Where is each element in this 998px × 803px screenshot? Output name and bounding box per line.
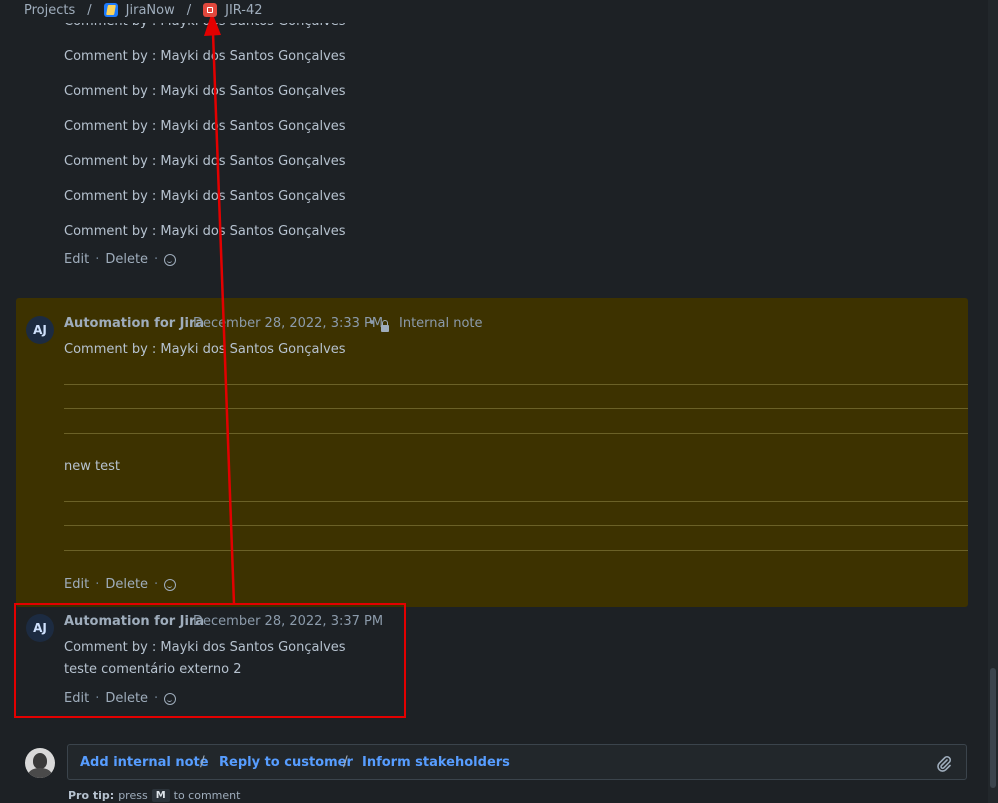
delete-link[interactable]: Delete [105,577,148,592]
separator-dot: · [154,577,159,592]
comment-text: Comment by : Mayki dos Santos Gonçalves [64,84,346,99]
separator-dot: · [95,577,100,592]
composer-separator: / [343,754,348,770]
meta-bullet: • [368,316,376,331]
divider [64,408,968,409]
delete-link[interactable]: Delete [105,252,148,267]
pro-tip: Pro tip: press M to comment [68,789,240,802]
divider [64,525,968,526]
scrollbar-thumb[interactable] [990,668,996,788]
comment-text: Comment by : Mayki dos Santos Gonçalves [64,154,346,169]
comment-text: Comment by : Mayki dos Santos Gonçalves [64,189,346,204]
highlight-box [14,603,406,718]
add-internal-note-link[interactable]: Add internal note [80,755,209,770]
issue-type-icon [203,3,218,17]
lock-icon [381,320,389,332]
visibility-label: Internal note [399,316,483,331]
avatar[interactable]: AJ [26,316,54,344]
breadcrumb-projects-link[interactable]: Projects [24,3,75,18]
separator-dot: · [154,252,159,267]
project-icon [103,3,118,17]
comment-author[interactable]: Automation for Jira [64,316,204,331]
edit-link[interactable]: Edit [64,252,89,267]
breadcrumb-project-link[interactable]: JiraNow [126,3,175,18]
edit-link[interactable]: Edit [64,577,89,592]
breadcrumb: Projects / JiraNow / JIR-42 [24,0,263,20]
paperclip-icon[interactable] [936,755,952,773]
divider [64,433,968,434]
reply-to-customer-link[interactable]: Reply to customer [219,755,353,770]
inform-stakeholders-link[interactable]: Inform stakeholders [362,755,510,770]
add-reaction-icon[interactable] [164,253,177,266]
comment-actions: Edit · Delete · [64,577,177,592]
comment-text: Comment by : Mayki dos Santos Gonçalves [64,49,346,64]
pro-tip-press: press [118,789,148,802]
comment-actions: Edit · Delete · [64,252,177,267]
current-user-avatar[interactable] [25,748,55,778]
composer-separator: / [200,754,205,770]
divider [64,501,968,502]
comment-text: Comment by : Mayki dos Santos Gonçalves [64,224,346,239]
divider [64,550,968,551]
divider [64,384,968,385]
separator-dot: · [95,252,100,267]
pro-tip-label: Pro tip: [68,789,115,802]
breadcrumb-separator: / [186,2,192,18]
comment-text: Comment by : Mayki dos Santos Gonçalves [64,119,346,134]
comment-text: new test [64,459,120,474]
breadcrumb-issue-link[interactable]: JIR-42 [225,3,262,18]
comment-date[interactable]: December 28, 2022, 3:33 PM [193,316,383,331]
add-reaction-icon[interactable] [164,578,177,591]
pro-tip-suffix: to comment [173,789,241,802]
comment-text: Comment by : Mayki dos Santos Gonçalves [64,342,346,357]
keyboard-shortcut-key: M [151,789,170,802]
breadcrumb-separator: / [87,2,92,18]
